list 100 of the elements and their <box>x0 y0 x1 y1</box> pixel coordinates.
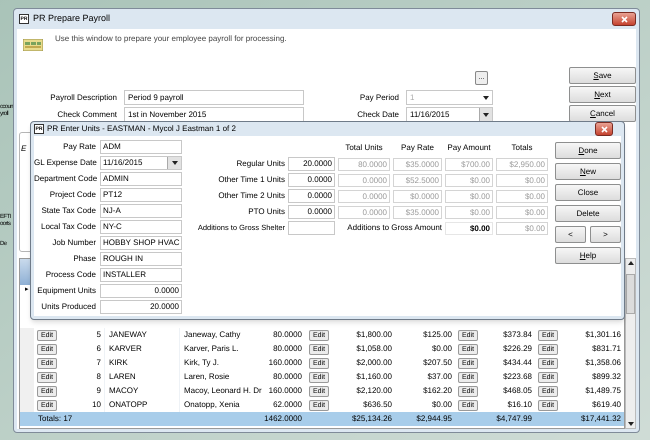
field-label: Pay Period <box>358 92 399 104</box>
table-cell: Karver, Paris L. <box>184 343 239 355</box>
table-cell: $0.00 <box>432 343 452 355</box>
table-cell: Janeway, Cathy <box>184 329 240 341</box>
readonly-field: $0.00 <box>496 222 548 234</box>
field-label: Check Date <box>356 109 399 121</box>
readonly-field: 0.0000 <box>338 206 390 218</box>
totals-label: Totals: 17 <box>38 413 72 425</box>
scroll-thumb[interactable] <box>626 274 635 314</box>
units-field[interactable]: 0.0000 <box>288 205 335 219</box>
text-field[interactable]: ROUGH IN <box>100 252 182 266</box>
table-cell: $16.10 <box>508 399 532 411</box>
field-label: Payroll Description <box>49 92 117 104</box>
text-field[interactable]: HOBBY SHOP HVAC <box>100 236 182 250</box>
readonly-field: $0.00 <box>496 190 548 202</box>
table-cell: 5 <box>96 329 101 341</box>
table-cell: MACOY <box>109 385 138 397</box>
field-label: Additions to Gross Amount <box>346 222 442 234</box>
total-cell: 1462.0000 <box>264 413 302 425</box>
readonly-field: $35.0000 <box>393 206 442 218</box>
table-cell: 9 <box>96 385 101 397</box>
field-label: Units Produced <box>40 301 96 313</box>
caret-icon <box>172 161 178 165</box>
window-button[interactable]: Help <box>555 247 621 264</box>
text-field[interactable]: ADM <box>100 140 182 154</box>
text-field[interactable]: NY-C <box>100 220 182 234</box>
table-cell: KIRK <box>109 357 128 369</box>
column-header: Pay Amount <box>447 143 491 152</box>
shelter-field[interactable] <box>288 221 335 235</box>
payroll-icon <box>23 39 43 51</box>
row-selector[interactable] <box>20 328 34 342</box>
text-field[interactable]: 0.0000 <box>100 284 182 298</box>
table-cell: $2,120.00 <box>356 385 392 397</box>
table-cell: Onatopp, Xenia <box>184 399 240 411</box>
column-header: Pay Rate <box>401 143 434 152</box>
window-button[interactable]: Next <box>569 86 636 103</box>
column-header: Totals <box>512 143 532 152</box>
date-field[interactable]: 11/16/2015 <box>100 156 182 170</box>
table-cell: $468.05 <box>503 385 532 397</box>
table-cell: $619.40 <box>592 399 621 411</box>
window-button[interactable]: Cancel <box>569 105 636 122</box>
window-button[interactable]: > <box>590 226 621 243</box>
row-selector[interactable] <box>20 398 34 412</box>
field-label: Department Code <box>34 173 96 185</box>
table-cell: Kirk, Ty J. <box>184 357 219 369</box>
scrollbar[interactable] <box>625 258 636 429</box>
units-field[interactable]: 20.0000 <box>288 157 335 171</box>
text-field[interactable]: NJ-A <box>100 204 182 218</box>
units-field[interactable]: 0.0000 <box>288 173 335 187</box>
window-button[interactable]: < <box>555 226 586 243</box>
window-title: PR Prepare Payroll <box>33 12 110 26</box>
readonly-field: 0.0000 <box>338 190 390 202</box>
units-field[interactable]: 0.0000 <box>288 189 335 203</box>
table-cell: 160.0000 <box>268 385 302 397</box>
up-arrow-icon <box>628 261 634 265</box>
readonly-field: 0.0000 <box>338 174 390 186</box>
table-cell: $2,000.00 <box>356 357 392 369</box>
table-cell: 7 <box>96 357 101 369</box>
table-cell: $207.50 <box>423 357 452 369</box>
table-cell: $162.20 <box>423 385 452 397</box>
total-cell: $2,944.95 <box>416 413 452 425</box>
window-button[interactable]: New <box>555 163 621 180</box>
table-cell: Macoy, Leonard H. Dr <box>184 385 262 397</box>
close-button[interactable] <box>612 12 636 26</box>
text-field[interactable]: 20.0000 <box>100 300 182 314</box>
readonly-field: 80.0000 <box>338 158 390 170</box>
field-label: Regular Units <box>236 158 285 170</box>
table-cell: $0.00 <box>432 399 452 411</box>
field-label: Equipment Units <box>36 285 96 297</box>
readonly-field: $35.0000 <box>393 158 442 170</box>
table-cell: ONATOPP <box>109 399 148 411</box>
window-button[interactable]: Delete <box>555 205 621 222</box>
table-cell: $1,800.00 <box>356 329 392 341</box>
table-cell: $434.44 <box>503 357 532 369</box>
amount-field[interactable]: $0.00 <box>445 222 493 234</box>
text-field[interactable]: Period 9 payroll <box>124 90 304 105</box>
table-cell: 8 <box>96 371 101 383</box>
table-cell: $636.50 <box>363 399 392 411</box>
readonly-field: $0.00 <box>496 206 548 218</box>
field-label: Other Time 2 Units <box>217 190 285 202</box>
table-cell: $125.00 <box>423 329 452 341</box>
text-field[interactable]: ADMIN <box>100 172 182 186</box>
field-value: 11/16/2015 <box>410 108 450 120</box>
caret-icon <box>482 96 488 100</box>
table-cell: $1,058.00 <box>356 343 392 355</box>
table-cell: $226.29 <box>503 343 532 355</box>
table-cell: $1,489.75 <box>585 385 621 397</box>
window-button[interactable]: Done <box>555 142 621 159</box>
text-field[interactable]: INSTALLER <box>100 268 182 282</box>
window-button[interactable]: Save <box>569 67 636 84</box>
readonly-field: $2,950.00 <box>496 158 548 170</box>
text-field[interactable]: PT12 <box>100 188 182 202</box>
field-label: State Tax Code <box>40 205 96 217</box>
field-label: GL Expense Date <box>34 157 96 169</box>
window-button[interactable]: Close <box>555 184 621 201</box>
readonly-field: $0.00 <box>496 174 548 186</box>
close-icon <box>600 126 608 132</box>
field-value: 1 <box>410 92 414 104</box>
close-button[interactable] <box>595 122 613 136</box>
readonly-field: $0.00 <box>445 174 493 186</box>
